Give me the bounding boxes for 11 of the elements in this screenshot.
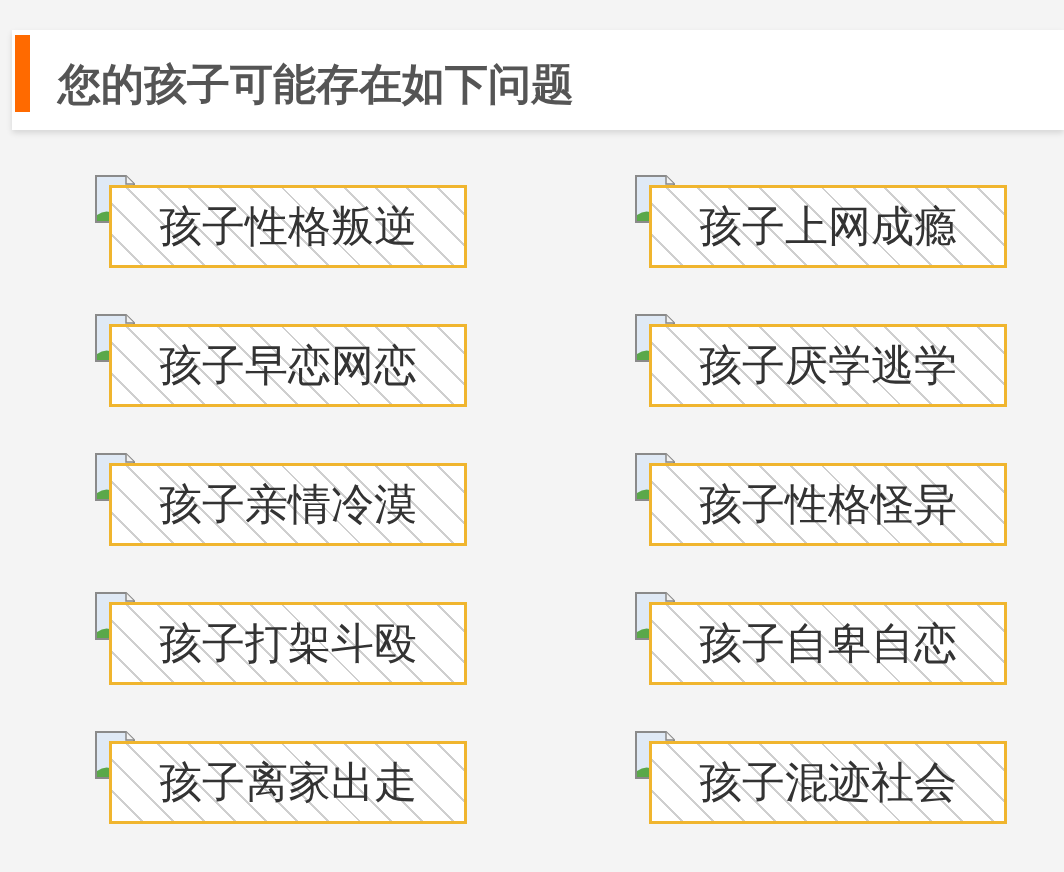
problem-button[interactable]: 孩子上网成瘾 (649, 185, 1007, 268)
problem-button[interactable]: 孩子离家出走 (109, 741, 467, 824)
problem-button[interactable]: 孩子混迹社会 (649, 741, 1007, 824)
section-title: 您的孩子可能存在如下问题 (58, 58, 574, 110)
problem-button[interactable]: 孩子自卑自恋 (649, 602, 1007, 685)
problem-button[interactable]: 孩子打架斗殴 (109, 602, 467, 685)
problem-button[interactable]: 孩子亲情冷漠 (109, 463, 467, 546)
problem-button[interactable]: 孩子厌学逃学 (649, 324, 1007, 407)
problem-button[interactable]: 孩子性格怪异 (649, 463, 1007, 546)
problem-button[interactable]: 孩子早恋网恋 (109, 324, 467, 407)
problem-button[interactable]: 孩子性格叛逆 (109, 185, 467, 268)
